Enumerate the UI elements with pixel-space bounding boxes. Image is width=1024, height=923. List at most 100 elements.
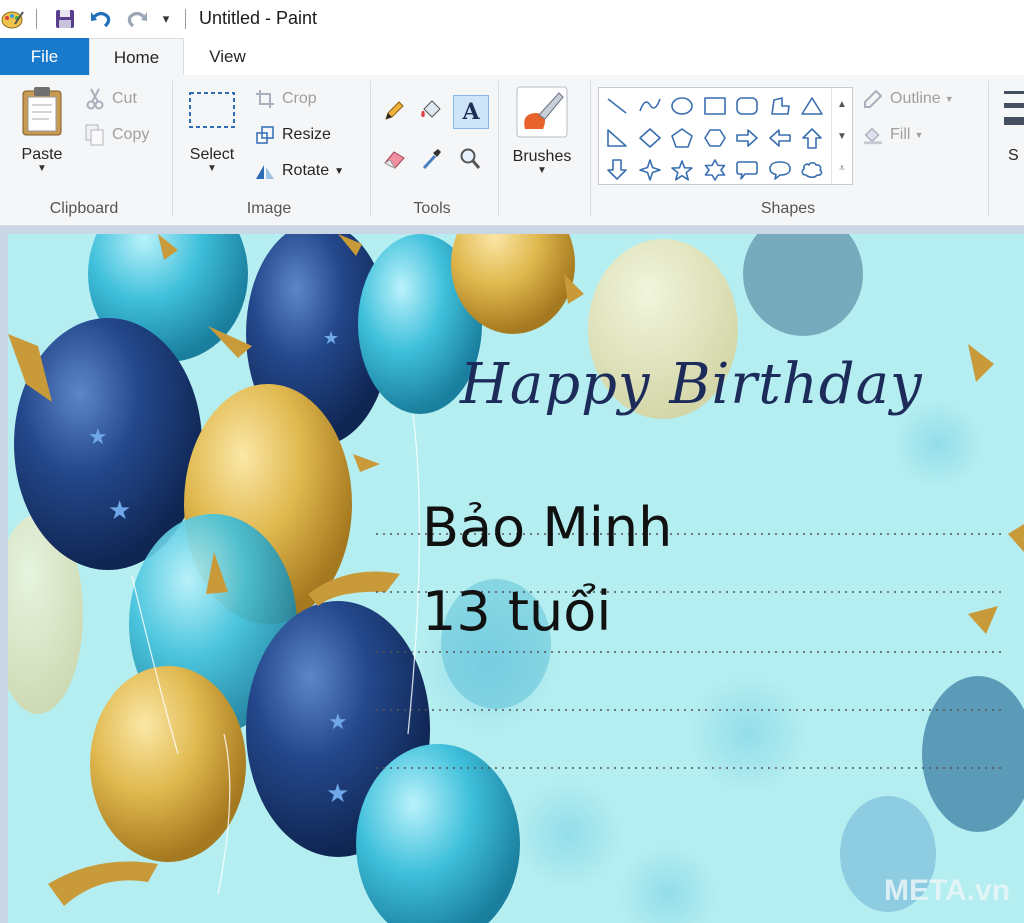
- group-divider: [988, 81, 989, 217]
- copy-button[interactable]: Copy: [84, 124, 149, 146]
- watermark: META.vn: [884, 874, 1011, 907]
- shapes-scroll-down-icon[interactable]: ▼: [837, 131, 847, 142]
- rotate-icon: [254, 160, 276, 182]
- fill-label: Fill: [890, 126, 911, 143]
- shape-pentagon-icon[interactable]: [666, 122, 699, 154]
- customize-dropdown-icon[interactable]: ▾: [158, 7, 174, 31]
- brushes-label: Brushes: [512, 148, 572, 165]
- shape-cloud-callout-icon[interactable]: [796, 154, 829, 186]
- eraser-icon[interactable]: [380, 145, 408, 173]
- shape-hexagon-icon[interactable]: [699, 122, 732, 154]
- select-button[interactable]: Select ▼: [183, 89, 241, 174]
- copy-label: Copy: [112, 126, 150, 143]
- group-divider: [370, 81, 371, 217]
- scissors-icon: [84, 88, 106, 110]
- shapes-scrollbar[interactable]: ▲ ▼ ⩡: [831, 88, 852, 184]
- birthday-card-image: ★ ★ ★ ★ ★: [8, 234, 1024, 923]
- shapes-expand-icon[interactable]: ⩡: [839, 163, 845, 174]
- shapes-group-label: Shapes: [760, 200, 816, 217]
- brushes-button[interactable]: Brushes ▼: [506, 85, 578, 176]
- group-divider: [498, 81, 499, 217]
- tab-home[interactable]: Home: [89, 38, 184, 77]
- tab-view[interactable]: View: [190, 38, 265, 75]
- paste-label: Paste: [21, 146, 63, 163]
- tab-file[interactable]: File: [0, 38, 89, 75]
- shape-right-arrow-icon[interactable]: [731, 122, 764, 154]
- pencil-icon[interactable]: [380, 97, 408, 125]
- card-age-text: 13 tuổi: [422, 580, 612, 643]
- svg-text:★: ★: [328, 710, 348, 735]
- card-heading: Happy Birthday: [460, 352, 923, 417]
- shape-five-point-star-icon[interactable]: [666, 154, 699, 186]
- shape-down-arrow-icon[interactable]: [601, 154, 634, 186]
- shape-four-point-star-icon[interactable]: [634, 154, 667, 186]
- shape-up-arrow-icon[interactable]: [796, 122, 829, 154]
- crop-button[interactable]: Crop: [254, 88, 317, 110]
- title-divider: [185, 9, 186, 29]
- shape-oval-icon[interactable]: [666, 90, 699, 122]
- drawing-canvas[interactable]: ★ ★ ★ ★ ★ Happy Birthday Bảo Minh 13 tuổ…: [8, 234, 1024, 923]
- outline-label: Outline: [890, 90, 941, 107]
- shape-rectangle-icon[interactable]: [699, 90, 732, 122]
- crop-label: Crop: [282, 90, 317, 107]
- redo-icon[interactable]: [124, 7, 150, 31]
- select-label: Select: [189, 146, 235, 163]
- svg-text:★: ★: [323, 328, 339, 349]
- cut-label: Cut: [112, 90, 137, 107]
- paste-dropdown-icon[interactable]: ▼: [12, 164, 72, 174]
- color-picker-icon[interactable]: [418, 145, 446, 173]
- select-dropdown-icon[interactable]: ▼: [183, 164, 241, 174]
- brushes-icon: [516, 86, 568, 138]
- paste-icon: [22, 87, 62, 136]
- resize-button[interactable]: Resize: [254, 124, 331, 146]
- shapes-gallery: ▲ ▼ ⩡: [598, 87, 853, 185]
- clipboard-group-label: Clipboard: [49, 200, 119, 217]
- shape-triangle-icon[interactable]: [796, 90, 829, 122]
- shapes-grid: [601, 90, 829, 186]
- card-name-text: Bảo Minh: [422, 496, 673, 559]
- outline-icon: [862, 88, 884, 110]
- shape-rounded-callout-icon[interactable]: [731, 154, 764, 186]
- cut-button[interactable]: Cut: [84, 88, 137, 110]
- paste-button[interactable]: Paste ▼: [12, 85, 72, 174]
- quick-access-divider: [36, 9, 37, 29]
- shape-line-icon[interactable]: [601, 90, 634, 122]
- shape-oval-callout-icon[interactable]: [764, 154, 797, 186]
- shapes-scroll-up-icon[interactable]: ▲: [837, 99, 847, 110]
- shape-curve-icon[interactable]: [634, 90, 667, 122]
- window-title: Untitled - Paint: [199, 8, 318, 28]
- size-icon: [1004, 91, 1024, 125]
- rotate-label: Rotate: [282, 162, 330, 179]
- resize-icon: [254, 124, 276, 146]
- title-bar: ▾ Untitled - Paint: [0, 0, 1024, 38]
- text-icon[interactable]: A: [453, 95, 489, 129]
- fill-dropdown-icon[interactable]: ▼: [914, 130, 923, 140]
- rotate-button[interactable]: Rotate ▼: [254, 160, 344, 182]
- brushes-dropdown-icon[interactable]: ▼: [506, 166, 578, 176]
- size-button[interactable]: S: [996, 89, 1024, 199]
- shape-rounded-rectangle-icon[interactable]: [731, 90, 764, 122]
- rotate-dropdown-icon[interactable]: ▼: [334, 166, 344, 177]
- shape-diamond-icon[interactable]: [634, 122, 667, 154]
- group-divider: [590, 81, 591, 217]
- magnifier-icon[interactable]: [456, 145, 484, 173]
- tools-group-label: Tools: [413, 200, 451, 217]
- shape-six-point-star-icon[interactable]: [699, 154, 732, 186]
- shape-polygon-icon[interactable]: [764, 90, 797, 122]
- outline-dropdown-icon[interactable]: ▼: [945, 94, 954, 104]
- canvas-workspace: ★ ★ ★ ★ ★ Happy Birthday Bảo Minh 13 tuổ…: [0, 226, 1024, 923]
- fill-button[interactable]: Fill ▼: [862, 124, 923, 146]
- svg-text:★: ★: [326, 779, 349, 809]
- size-label: S: [1008, 147, 1019, 164]
- paint-app-icon[interactable]: [0, 7, 26, 31]
- outline-button[interactable]: Outline ▼: [862, 88, 954, 110]
- group-divider: [172, 81, 173, 217]
- save-icon[interactable]: [52, 7, 78, 31]
- shape-right-triangle-icon[interactable]: [601, 122, 634, 154]
- fill-icon: [862, 124, 884, 146]
- svg-text:★: ★: [88, 425, 108, 450]
- resize-label: Resize: [282, 126, 331, 143]
- shape-left-arrow-icon[interactable]: [764, 122, 797, 154]
- fill-bucket-icon[interactable]: [418, 97, 446, 125]
- undo-icon[interactable]: [88, 7, 114, 31]
